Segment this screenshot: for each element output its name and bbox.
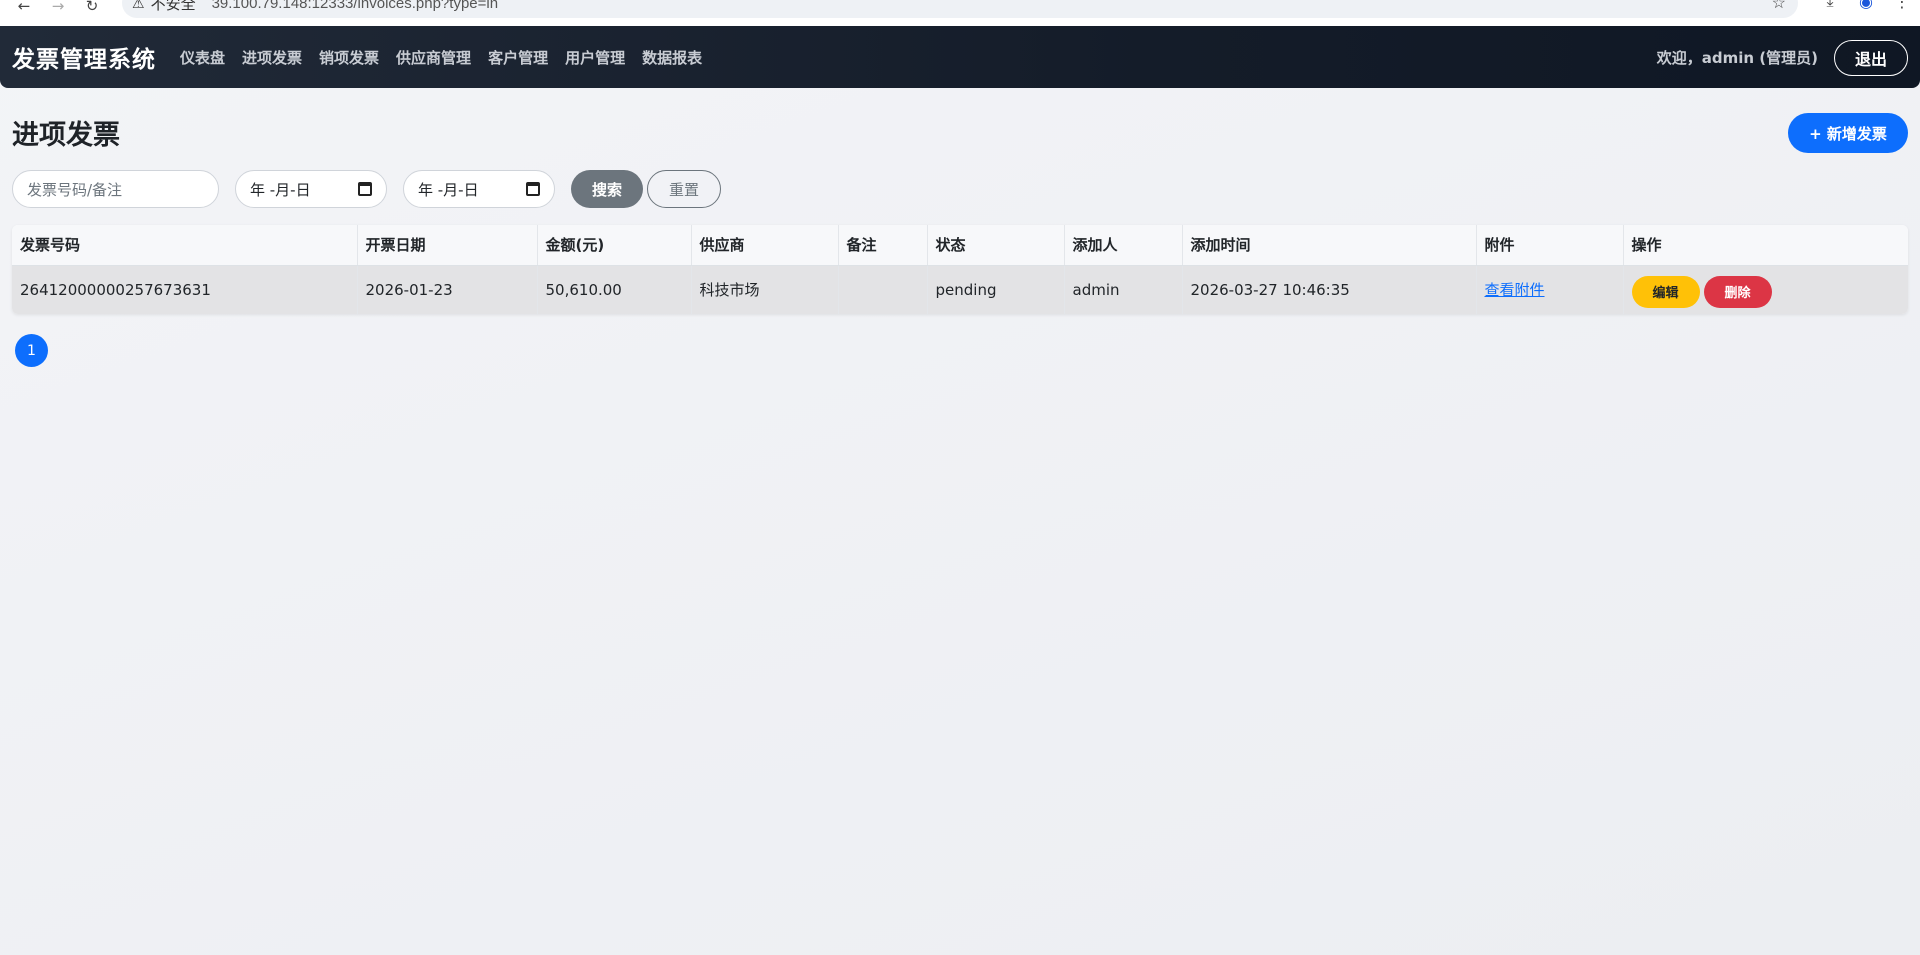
cell-actions: 编辑 删除 [1623,265,1908,314]
brand-title[interactable]: 发票管理系统 [12,40,156,74]
forward-icon[interactable]: → [48,0,68,16]
nav-item-reports[interactable]: 数据报表 [642,47,702,68]
main-menu: 仪表盘 进项发票 销项发票 供应商管理 客户管理 用户管理 数据报表 [180,47,719,68]
download-icon[interactable]: ⤓ [1812,0,1848,11]
cell-date: 2026-01-23 [357,265,538,314]
table-header-row: 发票号码 开票日期 金额(元) 供应商 备注 状态 添加人 添加时间 附件 操作 [12,225,1908,266]
nav-item-input-invoices[interactable]: 进项发票 [242,47,302,68]
col-added-at: 添加时间 [1182,225,1477,266]
col-note: 备注 [838,225,928,266]
cell-status: pending [927,265,1065,314]
col-amount: 金额(元) [537,225,692,266]
pagination-page-1[interactable]: 1 [15,334,48,367]
logout-button[interactable]: 退出 [1834,40,1908,76]
page-title: 进项发票 [12,120,120,151]
add-invoice-button[interactable]: + 新增发票 [1788,113,1908,153]
search-input[interactable]: 发票号码/备注 [12,170,219,208]
col-supplier: 供应商 [691,225,839,266]
end-date-text: 年 -月-日 [418,180,479,199]
nav-item-output-invoices[interactable]: 销项发票 [319,47,379,68]
calendar-icon[interactable] [358,182,372,196]
cell-supplier: 科技市场 [691,265,839,314]
cell-added-by: admin [1064,265,1183,314]
nav-item-dashboard[interactable]: 仪表盘 [180,47,225,68]
cell-added-at: 2026-03-27 10:46:35 [1182,265,1477,314]
edit-button[interactable]: 编辑 [1631,275,1700,308]
col-actions: 操作 [1623,225,1908,266]
start-date-input[interactable]: 年 -月-日 [235,170,387,208]
welcome-text: 欢迎，admin (管理员) [1656,48,1818,67]
cell-invoice-no: 26412000000257673631 [12,265,358,314]
browser-toolbar: ← → ↻ ⚠ 不安全 39.100.79.148:12333/invoices… [0,0,1920,26]
top-navbar: 发票管理系统 仪表盘 进项发票 销项发票 供应商管理 客户管理 用户管理 数据报… [0,26,1920,88]
col-date: 开票日期 [357,225,538,266]
table-row: 26412000000257673631 2026-01-23 50,610.0… [12,265,1908,314]
reload-icon[interactable]: ↻ [82,0,102,16]
reset-button[interactable]: 重置 [647,170,721,208]
nav-item-suppliers[interactable]: 供应商管理 [396,47,471,68]
calendar-icon[interactable] [526,182,540,196]
insecure-label: 不安全 [150,0,196,13]
col-invoice-no: 发票号码 [12,225,358,266]
search-button[interactable]: 搜索 [571,170,643,208]
nav-item-users[interactable]: 用户管理 [565,47,625,68]
url-text: 39.100.79.148:12333/invoices.php?type=in [211,0,499,12]
menu-dots-icon[interactable]: ⋮ [1884,0,1920,11]
back-icon[interactable]: ← [14,0,34,16]
profile-icon[interactable]: ◉ [1848,0,1884,11]
col-status: 状态 [927,225,1065,266]
address-bar[interactable]: ⚠ 不安全 39.100.79.148:12333/invoices.php?t… [122,0,1798,18]
cell-amount: 50,610.00 [537,265,692,314]
invoice-table: 发票号码 开票日期 金额(元) 供应商 备注 状态 添加人 添加时间 附件 操作… [12,225,1908,314]
nav-item-customers[interactable]: 客户管理 [488,47,548,68]
cell-note [838,265,928,314]
view-attachment-link[interactable]: 查看附件 [1485,281,1545,299]
cell-attachment: 查看附件 [1476,265,1624,314]
start-date-text: 年 -月-日 [250,180,311,199]
bookmark-star-icon[interactable]: ☆ [1772,0,1786,13]
end-date-input[interactable]: 年 -月-日 [403,170,555,208]
col-attachment: 附件 [1476,225,1624,266]
warning-icon: ⚠ [132,0,145,11]
col-added-by: 添加人 [1064,225,1183,266]
delete-button[interactable]: 删除 [1703,275,1772,308]
